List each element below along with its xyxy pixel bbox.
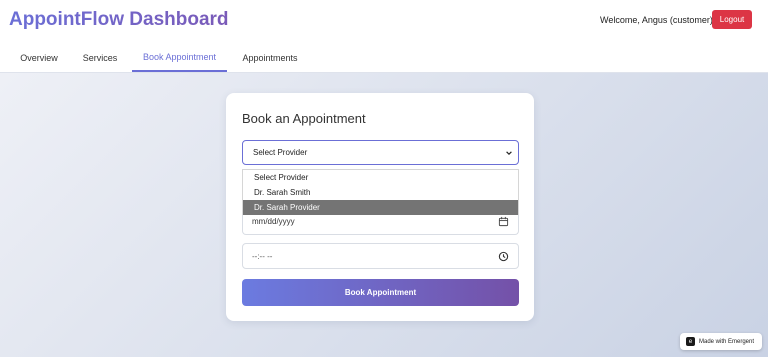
top-bar: AppointFlow Dashboard Welcome, Angus (cu… [0, 0, 768, 72]
tab-services[interactable]: Services [75, 44, 125, 72]
date-placeholder: mm/dd/yyyy [252, 217, 295, 226]
badge-label: Made with Emergent [699, 338, 755, 345]
tab-overview[interactable]: Overview [9, 44, 69, 72]
time-placeholder: --:-- -- [252, 251, 273, 261]
chevron-down-icon [506, 151, 512, 156]
logout-button[interactable]: Logout [712, 10, 752, 29]
calendar-icon[interactable] [498, 216, 509, 227]
app-title: AppointFlow Dashboard [9, 9, 229, 30]
provider-select[interactable]: Select Provider [242, 140, 519, 165]
provider-select-value: Select Provider [253, 148, 308, 157]
emergent-logo-icon: e [686, 337, 695, 346]
clock-icon[interactable] [498, 251, 509, 262]
provider-option[interactable]: Select Provider [243, 170, 518, 185]
provider-option[interactable]: Dr. Sarah Smith [243, 185, 518, 200]
made-with-emergent-badge[interactable]: e Made with Emergent [680, 333, 762, 350]
provider-dropdown-list: Select Provider Dr. Sarah Smith Dr. Sara… [242, 169, 519, 215]
provider-option-highlighted[interactable]: Dr. Sarah Provider [243, 200, 518, 215]
booking-card-title: Book an Appointment [242, 111, 366, 126]
welcome-text: Welcome, Angus (customer) [600, 15, 713, 25]
tab-bar: Overview Services Book Appointment Appoi… [0, 44, 768, 72]
tab-appointments[interactable]: Appointments [234, 44, 306, 72]
book-appointment-button[interactable]: Book Appointment [242, 279, 519, 306]
tab-book-appointment[interactable]: Book Appointment [132, 44, 227, 72]
time-input[interactable]: --:-- -- [242, 243, 519, 269]
